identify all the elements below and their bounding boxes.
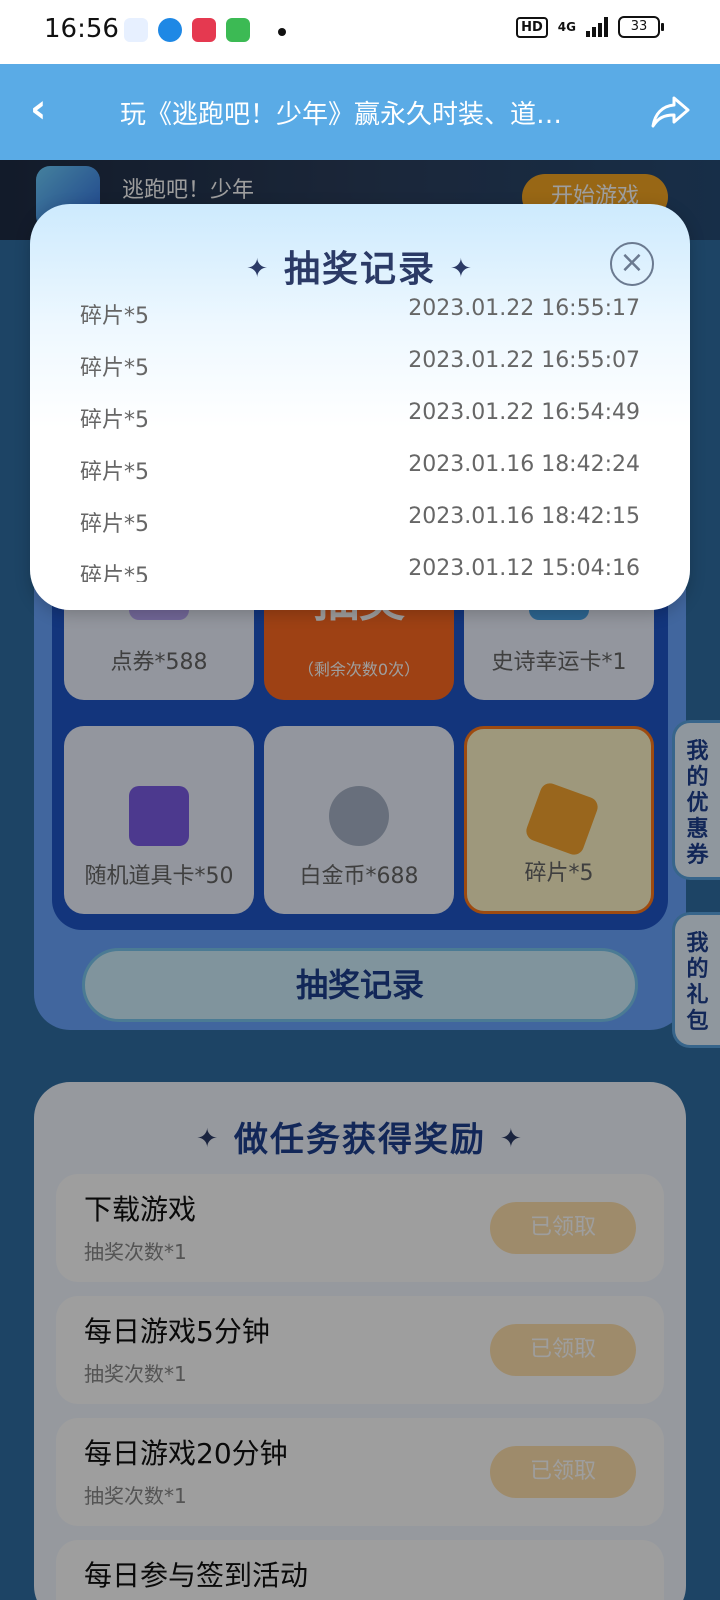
app-header: ‹ 玩《逃跑吧！少年》赢永久时装、道…	[0, 64, 720, 160]
record-row: 碎片*5 2023.01.22 16:55:17	[80, 292, 640, 344]
record-time: 2023.01.22 16:55:17	[408, 296, 640, 321]
record-item: 碎片*5	[80, 304, 149, 329]
modal-title: ✦ 抽奖记录 ✦	[30, 240, 690, 292]
record-time: 2023.01.22 16:55:07	[408, 348, 640, 373]
record-time: 2023.01.12 15:04:16	[408, 556, 640, 581]
status-time: 16:56	[44, 14, 119, 44]
record-item: 碎片*5	[80, 512, 149, 537]
hd-badge: HD	[516, 16, 548, 38]
signal-icon	[586, 17, 608, 37]
record-list[interactable]: 碎片*5 2023.01.22 16:55:17 碎片*5 2023.01.22…	[80, 292, 640, 582]
back-icon[interactable]: ‹	[30, 86, 46, 132]
record-row: 碎片*5 2023.01.12 15:04:16	[80, 552, 640, 582]
store-app-icon	[226, 18, 250, 42]
more-notifications-dot	[278, 28, 286, 36]
record-time: 2023.01.22 16:54:49	[408, 400, 640, 425]
record-time: 2023.01.16 18:42:24	[408, 452, 640, 477]
modal-title-text: 抽奖记录	[283, 249, 436, 290]
baidu-app-icon	[124, 18, 148, 42]
record-row: 碎片*5 2023.01.22 16:55:07	[80, 344, 640, 396]
record-row: 碎片*5 2023.01.16 18:42:24	[80, 448, 640, 500]
record-item: 碎片*5	[80, 408, 149, 433]
lottery-record-modal: ✦ 抽奖记录 ✦ × 碎片*5 2023.01.22 16:55:17 碎片*5 2…	[30, 204, 690, 610]
share-icon[interactable]	[648, 90, 692, 134]
sparkle-icon: ✦	[246, 254, 270, 284]
video-app-icon	[192, 18, 216, 42]
status-indicators: HD 4G 33	[516, 16, 664, 38]
record-item: 碎片*5	[80, 460, 149, 485]
browser-app-icon	[158, 18, 182, 42]
network-type: 4G	[557, 20, 576, 34]
status-bar: 16:56 HD 4G 33	[0, 0, 720, 64]
record-time: 2023.01.16 18:42:15	[408, 504, 640, 529]
battery-icon: 33	[618, 16, 664, 38]
record-row: 碎片*5 2023.01.16 18:42:15	[80, 500, 640, 552]
sparkle-icon: ✦	[450, 254, 474, 284]
close-icon[interactable]: ×	[610, 242, 654, 286]
record-item: 碎片*5	[80, 356, 149, 381]
record-item: 碎片*5	[80, 564, 149, 582]
page-title: 玩《逃跑吧！少年》赢永久时装、道…	[120, 100, 563, 130]
record-row: 碎片*5 2023.01.22 16:54:49	[80, 396, 640, 448]
